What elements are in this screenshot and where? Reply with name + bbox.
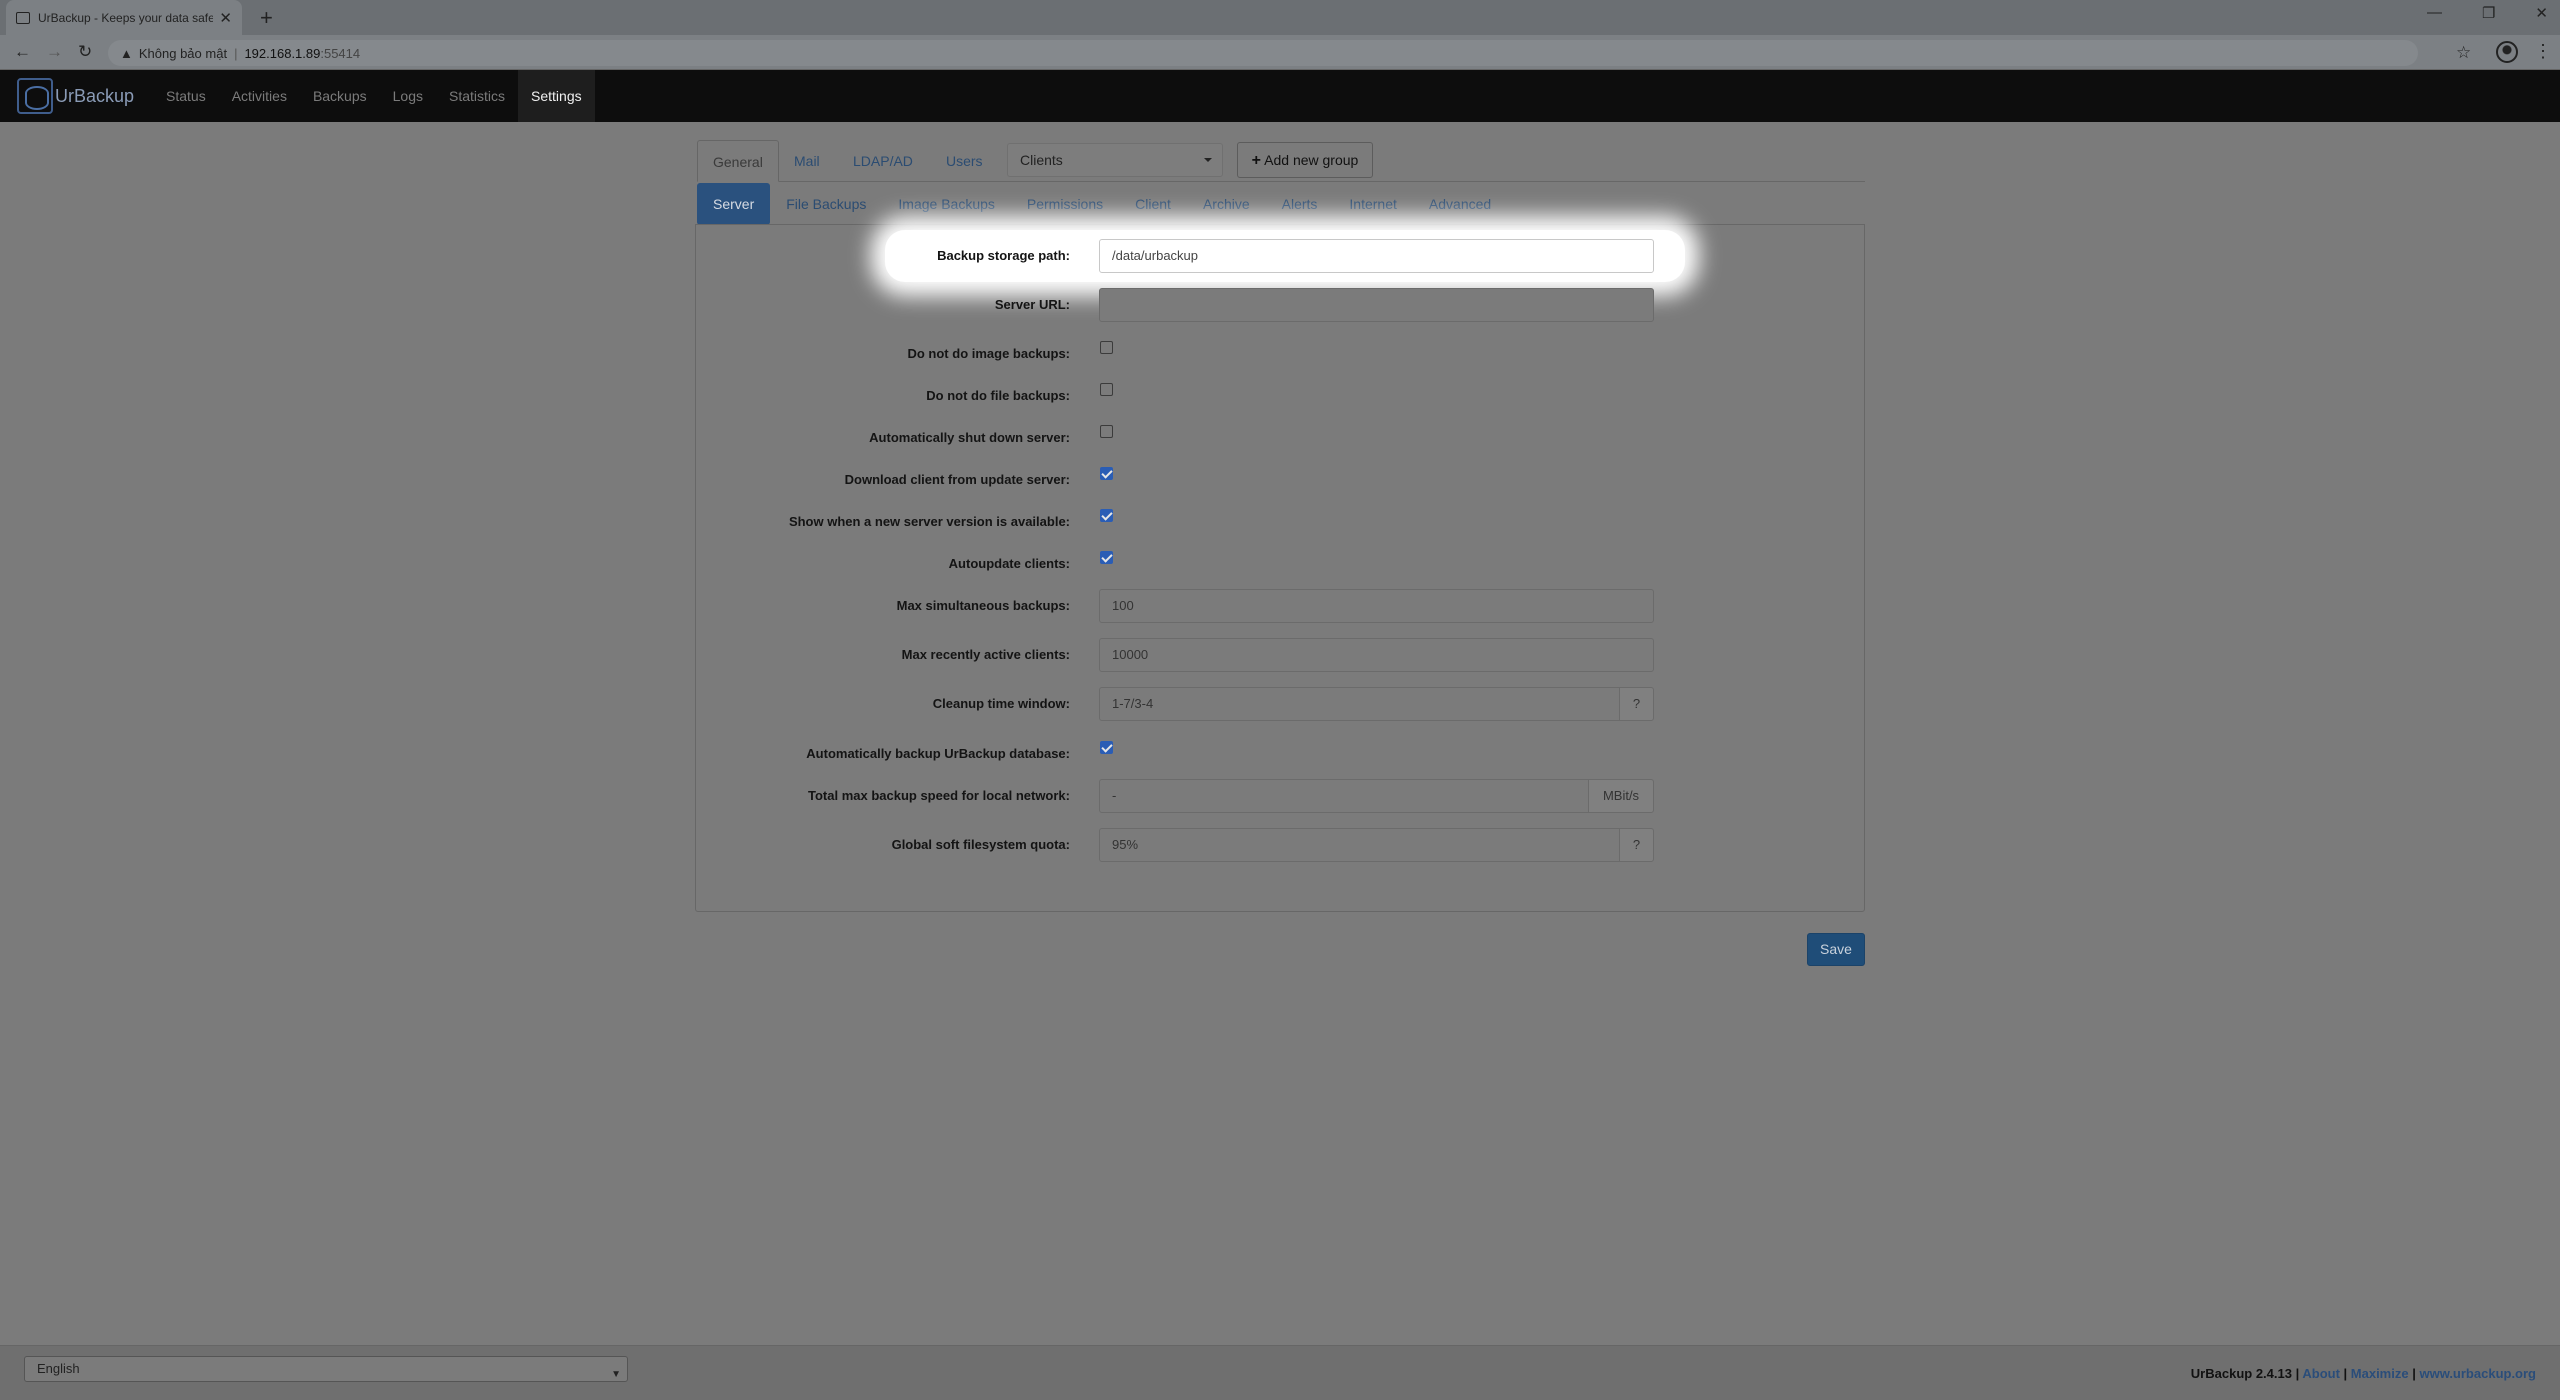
browser-menu-icon[interactable]: ⋮: [2534, 41, 2552, 62]
auto-backup-db-label: Automatically backup UrBackup database:: [806, 746, 1070, 761]
group-select[interactable]: Clients: [1007, 143, 1223, 177]
urbackup-logo-icon: [17, 78, 53, 114]
bookmark-star-icon[interactable]: ☆: [2456, 43, 2471, 63]
nav-logs[interactable]: Logs: [380, 70, 436, 122]
nav-backups[interactable]: Backups: [300, 70, 380, 122]
nav-activities[interactable]: Activities: [219, 70, 300, 122]
group-select-value: Clients: [1020, 152, 1063, 168]
url-separator: |: [234, 45, 238, 61]
reload-icon[interactable]: ↻: [78, 42, 92, 62]
autoupdate-clients-label: Autoupdate clients:: [948, 556, 1070, 571]
tab-advanced[interactable]: Advanced: [1413, 183, 1507, 225]
tab-server[interactable]: Server: [697, 183, 771, 225]
max-simultaneous-input[interactable]: 100: [1099, 589, 1654, 623]
no-image-backups-checkbox[interactable]: [1100, 341, 1113, 354]
brand-name: UrBackup: [55, 85, 135, 106]
tab-general[interactable]: General: [697, 140, 779, 182]
window-close-icon[interactable]: ✕: [2535, 4, 2548, 22]
autoupdate-clients-checkbox[interactable]: [1100, 551, 1113, 564]
save-button[interactable]: Save: [1807, 933, 1865, 966]
speed-unit-addon: MBit/s: [1589, 779, 1654, 813]
brand[interactable]: UrBackup: [17, 78, 134, 114]
total-max-speed-input[interactable]: -: [1099, 779, 1589, 813]
main-nav: Status Activities Backups Logs Statistic…: [153, 70, 595, 122]
close-tab-icon[interactable]: ✕: [219, 9, 232, 27]
backup-storage-path-input[interactable]: /data/urbackup: [1099, 239, 1654, 273]
chevron-down-icon: ▼: [611, 1369, 621, 1380]
nav-status[interactable]: Status: [153, 70, 219, 122]
cleanup-window-label: Cleanup time window:: [932, 696, 1070, 711]
download-client-checkbox[interactable]: [1100, 467, 1113, 480]
chevron-down-icon: [1204, 158, 1212, 162]
address-bar-row: ← → ↻ ▲ Không bảo mật | 192.168.1.89:554…: [0, 35, 2560, 70]
no-file-backups-checkbox[interactable]: [1100, 383, 1113, 396]
tab-permissions[interactable]: Permissions: [1011, 183, 1119, 225]
new-tab-icon[interactable]: +: [260, 5, 273, 31]
website-link[interactable]: www.urbackup.org: [2419, 1366, 2536, 1381]
tab-mail[interactable]: Mail: [779, 140, 835, 182]
tab-title: UrBackup - Keeps your data safe: [38, 10, 214, 25]
language-select[interactable]: English ▼: [24, 1356, 628, 1382]
url-bar[interactable]: ▲ Không bảo mật | 192.168.1.89:55414: [108, 40, 2418, 66]
plus-icon: +: [1251, 152, 1262, 169]
cleanup-window-help-button[interactable]: ?: [1620, 687, 1654, 721]
url-port: :55414: [320, 45, 361, 61]
max-simultaneous-label: Max simultaneous backups:: [896, 598, 1070, 613]
download-client-label: Download client from update server:: [844, 472, 1070, 487]
browser-tab[interactable]: UrBackup - Keeps your data safe ✕: [6, 0, 242, 35]
page-icon: [16, 11, 30, 24]
version-text: UrBackup 2.4.13: [2190, 1366, 2292, 1381]
show-new-version-checkbox[interactable]: [1100, 509, 1113, 522]
footer: English ▼ UrBackup 2.4.13 | About | Maxi…: [0, 1345, 2560, 1400]
show-new-version-label: Show when a new server version is availa…: [788, 514, 1070, 529]
auto-backup-db-checkbox[interactable]: [1100, 741, 1113, 754]
url-host: 192.168.1.89: [244, 45, 321, 61]
auto-shutdown-checkbox[interactable]: [1100, 425, 1113, 438]
add-new-group-button[interactable]: + Add new group: [1237, 142, 1373, 178]
profile-icon[interactable]: [2496, 41, 2518, 63]
footer-links: UrBackup 2.4.13 | About | Maximize | www…: [2191, 1366, 2536, 1381]
tab-archive[interactable]: Archive: [1187, 183, 1266, 225]
total-max-speed-label: Total max backup speed for local network…: [808, 788, 1070, 803]
nav-statistics[interactable]: Statistics: [436, 70, 518, 122]
tab-client[interactable]: Client: [1119, 183, 1187, 225]
server-url-input[interactable]: [1099, 288, 1654, 322]
tab-users[interactable]: Users: [931, 140, 998, 182]
tab-alerts[interactable]: Alerts: [1266, 183, 1334, 225]
tab-image-backups[interactable]: Image Backups: [882, 183, 1011, 225]
cleanup-window-input[interactable]: 1-7/3-4: [1099, 687, 1620, 721]
tab-ldap[interactable]: LDAP/AD: [838, 140, 928, 182]
soft-quota-label: Global soft filesystem quota:: [891, 837, 1070, 852]
max-recent-clients-input[interactable]: 10000: [1099, 638, 1654, 672]
tab-internet[interactable]: Internet: [1333, 183, 1412, 225]
no-image-backups-label: Do not do image backups:: [907, 346, 1070, 361]
nav-settings[interactable]: Settings: [518, 70, 595, 122]
tab-file-backups[interactable]: File Backups: [770, 183, 882, 225]
window-controls: — ❐ ✕: [2427, 4, 2548, 22]
warning-icon[interactable]: ▲: [120, 46, 133, 61]
max-recent-clients-label: Max recently active clients:: [901, 647, 1070, 662]
language-select-value: English: [37, 1361, 80, 1376]
maximize-link[interactable]: Maximize: [2351, 1366, 2409, 1381]
no-file-backups-label: Do not do file backups:: [926, 388, 1070, 403]
back-icon[interactable]: ←: [14, 42, 31, 62]
soft-quota-input[interactable]: 95%: [1099, 828, 1620, 862]
app-navbar: UrBackup Status Activities Backups Logs …: [0, 70, 2560, 122]
settings-sub-tabs: Server File Backups Image Backups Permis…: [697, 183, 1507, 225]
security-status[interactable]: Không bảo mật: [139, 46, 227, 61]
footer-separator: |: [2339, 1366, 2351, 1381]
about-link[interactable]: About: [2302, 1366, 2340, 1381]
restore-icon[interactable]: ❐: [2482, 4, 2495, 22]
footer-separator: |: [2408, 1366, 2420, 1381]
backup-storage-path-label: Backup storage path:: [937, 248, 1070, 263]
auto-shutdown-label: Automatically shut down server:: [869, 430, 1070, 445]
server-url-label: Server URL:: [994, 297, 1070, 312]
forward-icon[interactable]: →: [46, 42, 63, 62]
browser-tabbar: UrBackup - Keeps your data safe ✕ + — ❐ …: [0, 0, 2560, 35]
minimize-icon[interactable]: —: [2427, 4, 2442, 22]
soft-quota-help-button[interactable]: ?: [1620, 828, 1654, 862]
add-new-group-label: Add new group: [1264, 152, 1359, 168]
footer-separator: |: [2291, 1366, 2303, 1381]
